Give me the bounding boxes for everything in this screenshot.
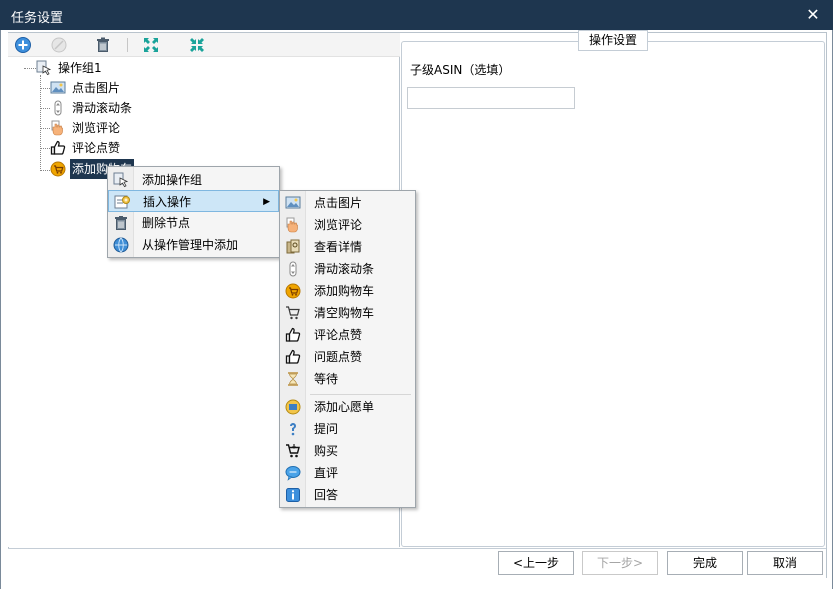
menu-item-label: 提问 xyxy=(314,422,339,436)
thumbs-up-icon xyxy=(285,327,301,343)
insert-icon xyxy=(114,194,130,210)
tree-node-label: 浏览评论 xyxy=(72,121,121,135)
image-icon xyxy=(285,195,301,211)
submenu-item-wait[interactable]: 等待 xyxy=(280,368,415,390)
tree-toolbar xyxy=(8,33,400,57)
cart-icon xyxy=(285,305,301,321)
operation-group-icon xyxy=(36,60,52,76)
submenu-item-clear-cart[interactable]: 清空购物车 xyxy=(280,302,415,324)
menu-item-label: 清空购物车 xyxy=(314,306,375,320)
submenu-arrow-icon: ▶ xyxy=(263,197,270,207)
details-icon xyxy=(285,239,301,255)
thumbs-up-icon xyxy=(50,140,66,156)
globe-icon xyxy=(113,237,129,253)
submenu-item-view-details[interactable]: 查看详情 xyxy=(280,236,415,258)
operation-settings-panel xyxy=(401,41,825,547)
child-asin-label: 子级ASIN（选填） xyxy=(410,63,511,77)
tree-connector xyxy=(40,75,41,171)
hand-pointer-icon xyxy=(285,217,301,233)
menu-item-label: 插入操作 xyxy=(143,195,192,209)
cancel-button[interactable]: 取消 xyxy=(747,551,823,575)
child-asin-input[interactable] xyxy=(407,87,575,109)
scroll-icon xyxy=(285,261,301,277)
tree-connector xyxy=(40,108,50,109)
menu-item-add-from-manager[interactable]: 从操作管理中添加 xyxy=(108,234,279,256)
menu-item-delete-node[interactable]: 删除节点 xyxy=(108,212,279,234)
context-menu: 添加操作组 插入操作 ▶ 删除节点 从操作管理中添加 xyxy=(107,166,280,258)
expand-icon[interactable] xyxy=(142,36,160,54)
tree-node-label: 点击图片 xyxy=(72,81,121,95)
menu-item-label: 浏览评论 xyxy=(314,218,363,232)
title-bar: 任务设置 ✕ xyxy=(0,0,833,30)
menu-item-insert-operation[interactable]: 插入操作 ▶ xyxy=(108,190,279,212)
submenu-item-add-to-cart[interactable]: 添加购物车 xyxy=(280,280,415,302)
window-title: 任务设置 xyxy=(11,11,64,26)
trash-icon[interactable] xyxy=(94,36,112,54)
scroll-icon xyxy=(50,100,66,116)
buy-cart-icon xyxy=(285,443,301,459)
chat-bubble-icon xyxy=(285,465,301,481)
tree-node-label: 操作组1 xyxy=(58,61,102,75)
image-icon xyxy=(50,80,66,96)
submenu-item-browse-reviews[interactable]: 浏览评论 xyxy=(280,214,415,236)
tree-connector xyxy=(40,148,50,149)
hourglass-icon xyxy=(285,371,301,387)
menu-item-label: 添加购物车 xyxy=(314,284,375,298)
next-button[interactable]: 下一步> xyxy=(582,551,658,575)
collapse-icon[interactable] xyxy=(188,36,206,54)
menu-item-label: 添加操作组 xyxy=(142,173,203,187)
wishlist-icon xyxy=(285,399,301,415)
cart-badge-icon xyxy=(285,283,301,299)
menu-item-label: 删除节点 xyxy=(142,216,191,230)
answer-icon xyxy=(285,487,301,503)
add-icon[interactable] xyxy=(14,36,32,54)
submenu-item-like-review[interactable]: 评论点赞 xyxy=(280,324,415,346)
toolbar-separator xyxy=(127,38,128,52)
submenu-item-answer[interactable]: 回答 xyxy=(280,484,415,506)
menu-item-label: 添加心愿单 xyxy=(314,400,375,414)
tree-connector xyxy=(40,88,50,89)
trash-icon xyxy=(113,215,129,231)
insert-operation-submenu: 点击图片 浏览评论 查看详情 滑动滚动条 添加购物车 清空购物车 评论点赞 问题… xyxy=(279,190,416,508)
disabled-circle-icon xyxy=(50,36,68,54)
submenu-item-ask-question[interactable]: 提问 xyxy=(280,418,415,440)
tree-connector xyxy=(40,170,50,171)
close-icon[interactable]: ✕ xyxy=(805,5,821,25)
menu-item-add-group[interactable]: 添加操作组 xyxy=(108,169,279,191)
add-group-icon xyxy=(113,172,129,188)
question-icon xyxy=(285,421,301,437)
submenu-item-direct-review[interactable]: 直评 xyxy=(280,462,415,484)
tree-node-label: 滑动滚动条 xyxy=(72,101,133,115)
thumbs-up-icon xyxy=(285,349,301,365)
cart-badge-icon xyxy=(50,161,66,177)
menu-item-label: 等待 xyxy=(314,372,339,386)
submenu-item-click-image[interactable]: 点击图片 xyxy=(280,192,415,214)
submenu-item-scroll[interactable]: 滑动滚动条 xyxy=(280,258,415,280)
menu-item-label: 从操作管理中添加 xyxy=(142,238,239,252)
menu-item-label: 购买 xyxy=(314,444,339,458)
menu-item-label: 直评 xyxy=(314,466,339,480)
submenu-item-like-question[interactable]: 问题点赞 xyxy=(280,346,415,368)
menu-item-label: 点击图片 xyxy=(314,196,363,210)
finish-button[interactable]: 完成 xyxy=(667,551,743,575)
menu-separator xyxy=(310,394,411,395)
menu-item-label: 评论点赞 xyxy=(314,328,363,342)
prev-button[interactable]: <上一步 xyxy=(498,551,574,575)
hand-pointer-icon xyxy=(50,120,66,136)
tree-connector xyxy=(40,128,50,129)
tree-node-label: 评论点赞 xyxy=(72,141,121,155)
submenu-item-buy[interactable]: 购买 xyxy=(280,440,415,462)
menu-item-label: 滑动滚动条 xyxy=(314,262,375,276)
panel-caption: 操作设置 xyxy=(578,30,648,51)
menu-item-label: 回答 xyxy=(314,488,339,502)
menu-item-label: 查看详情 xyxy=(314,240,363,254)
menu-item-label: 问题点赞 xyxy=(314,350,363,364)
submenu-item-add-wishlist[interactable]: 添加心愿单 xyxy=(280,396,415,418)
